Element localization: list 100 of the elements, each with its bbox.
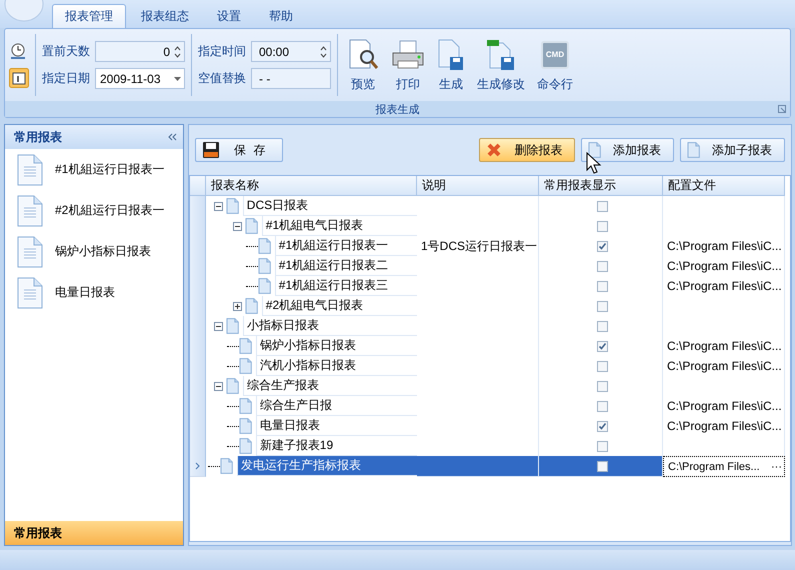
row-selector[interactable] <box>190 196 206 217</box>
header-corner <box>190 176 206 196</box>
spin-field[interactable]: 00:00 <box>251 41 331 62</box>
calendar-icon[interactable] <box>9 68 29 88</box>
toolbar-button[interactable]: 删除报表 <box>479 138 576 162</box>
config-file-field[interactable]: C:\Program Files... ··· <box>663 456 785 477</box>
document-icon <box>226 318 239 334</box>
collapse-button[interactable] <box>214 202 223 210</box>
ribbon-tab[interactable]: 报表管理 <box>52 4 126 28</box>
checkbox[interactable] <box>597 340 608 352</box>
checkbox[interactable] <box>597 460 608 472</box>
checkbox[interactable] <box>597 240 608 252</box>
collapse-button[interactable] <box>214 382 223 390</box>
checkbox[interactable] <box>597 280 608 292</box>
column-header[interactable]: 配置文件 <box>663 176 785 196</box>
document-icon <box>239 358 252 374</box>
document-icon <box>687 142 700 158</box>
report-name: 汽机小指标日报表 <box>256 356 417 376</box>
document-icon <box>239 338 252 354</box>
field-label: 指定日期 <box>42 70 90 87</box>
console-icon <box>541 40 569 68</box>
document-icon <box>17 236 43 268</box>
sidebar-item[interactable]: #2机組运行日报表一 <box>5 190 183 231</box>
input-field[interactable]: - - <box>251 68 331 89</box>
document-icon <box>239 418 252 434</box>
checkbox[interactable] <box>597 420 608 432</box>
document-icon <box>17 194 43 226</box>
document-icon <box>239 438 252 454</box>
field-value: - - <box>258 72 272 86</box>
checkbox[interactable] <box>597 260 608 272</box>
current-row-icon <box>195 462 200 470</box>
document-icon <box>239 398 252 414</box>
plus-icon <box>234 302 241 310</box>
field-label: 置前天数 <box>42 43 90 60</box>
expand-button[interactable] <box>233 302 242 310</box>
sidebar-item[interactable]: #1机組运行日报表一 <box>5 149 183 190</box>
config-file-cell: C:\Program Files\iC... <box>663 276 785 297</box>
checkbox[interactable] <box>597 380 608 392</box>
report-name: #1机組运行日报表三 <box>274 276 417 296</box>
config-file-cell: C:\Program Files\iC... <box>663 256 785 277</box>
field-value: 00:00 <box>258 44 290 58</box>
ribbon-tab[interactable]: 设置 <box>204 4 254 28</box>
toolbar-button[interactable]: 添加报表 <box>581 138 674 162</box>
dropdown-arrow-icon[interactable] <box>174 76 181 80</box>
spin-arrows-icon[interactable] <box>174 44 181 58</box>
document-icon <box>226 378 239 394</box>
sidebar-item[interactable]: 电量日报表 <box>5 272 183 313</box>
ribbon-button[interactable]: 生成修改 <box>474 38 528 92</box>
document-icon <box>220 458 233 474</box>
checkbox[interactable] <box>597 440 608 452</box>
printer-icon <box>391 38 425 70</box>
checkbox[interactable] <box>597 320 608 332</box>
toolbar-button[interactable]: 添加子报表 <box>680 138 785 162</box>
report-name: 发电运行生产指标报表 <box>236 456 417 476</box>
dialog-launcher-icon[interactable] <box>778 105 786 113</box>
column-header[interactable]: 报表名称 <box>206 176 417 196</box>
app-button-icon[interactable] <box>4 0 44 22</box>
document-icon <box>258 238 271 254</box>
document-icon <box>226 198 239 214</box>
date-dropdown[interactable]: 2009-11-03 <box>95 68 185 89</box>
document-icon <box>258 258 271 274</box>
report-name: #1机組运行日报表一 <box>274 236 417 256</box>
delete-icon <box>486 142 502 158</box>
document-icon <box>245 218 258 234</box>
panel-tab[interactable]: 常用报表 <box>5 521 183 545</box>
ribbon-button[interactable]: 预览 <box>344 38 382 92</box>
panel-title: 常用报表 <box>14 128 62 146</box>
document-disk-icon <box>437 38 465 70</box>
document-icon <box>17 276 43 308</box>
report-name: #2机組电气日报表 <box>262 296 417 316</box>
column-header[interactable]: 说明 <box>417 176 539 196</box>
checkbox[interactable] <box>597 400 608 412</box>
document-icon <box>588 142 602 158</box>
row-selector[interactable] <box>190 456 206 477</box>
config-file-cell: C:\Program Files\iC... <box>663 236 785 257</box>
checkbox[interactable] <box>597 300 608 312</box>
collapse-button[interactable] <box>233 222 242 230</box>
ribbon-tab[interactable]: 报表组态 <box>128 4 202 28</box>
collapse-icon[interactable] <box>167 133 177 141</box>
ribbon-tab[interactable]: 帮助 <box>256 4 306 28</box>
report-name: 新建子报表19 <box>256 436 417 456</box>
collapse-button[interactable] <box>214 322 223 330</box>
checkbox[interactable] <box>597 220 608 232</box>
sidebar-item[interactable]: 锅炉小指标日报表 <box>5 231 183 272</box>
report-name: 综合生产日报 <box>256 396 417 416</box>
ribbon-button[interactable]: 生成 <box>434 38 468 92</box>
checkbox[interactable] <box>597 200 608 212</box>
spin-arrows-icon[interactable] <box>320 44 327 58</box>
save-button[interactable]: 保 存 <box>195 138 283 162</box>
config-file-cell: C:\Program Files\iC... <box>663 416 785 437</box>
field-value: 2009-11-03 <box>99 72 162 86</box>
config-file-cell: C:\Program Files\iC... <box>663 336 785 357</box>
browse-button[interactable]: ··· <box>771 460 782 472</box>
column-header[interactable]: 常用报表显示 <box>539 176 663 196</box>
ribbon-button[interactable]: 打印 <box>388 38 428 92</box>
report-name: 综合生产报表 <box>242 376 417 396</box>
spin-field[interactable]: 0 <box>95 41 185 62</box>
checkbox[interactable] <box>597 360 608 372</box>
ribbon-button[interactable]: CMD 命令行 <box>534 38 576 92</box>
clock-icon[interactable] <box>9 42 27 60</box>
